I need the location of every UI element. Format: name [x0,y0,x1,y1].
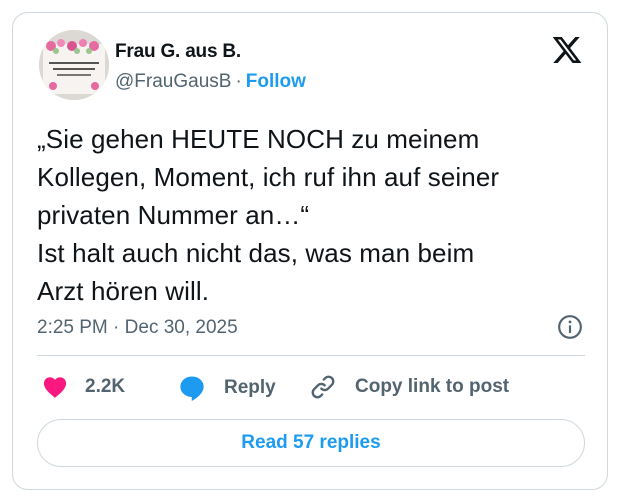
timestamp-separator: · [113,317,120,338]
tweet-text-line: Ist halt auch nicht das, was man beim [37,238,475,268]
reply-button[interactable]: Reply [177,373,276,403]
action-bar: 2.2K Reply Copy link to post [37,373,585,405]
copy-link-button[interactable]: Copy link to post [309,373,509,401]
like-count: 2.2K [85,376,126,397]
tweet-text-line: „Sie gehen HEUTE NOCH zu meinem [37,124,480,154]
follow-button[interactable]: Follow [246,71,306,92]
info-icon[interactable] [557,314,583,340]
like-button[interactable]: 2.2K [41,373,125,401]
tweet-time-link[interactable]: 2:25 PM [37,317,108,338]
handle-separator: · [235,71,242,92]
copy-link-label: Copy link to post [355,376,510,397]
tweet-text-line: privaten Nummer an…“ [37,200,310,230]
divider [37,355,585,356]
read-replies-label: Read 57 replies [241,432,381,453]
tweet-date-link[interactable]: Dec 30, 2025 [125,317,238,338]
author-avatar[interactable] [39,30,109,100]
heart-icon [43,377,67,398]
read-replies-button[interactable]: Read 57 replies [37,419,585,467]
avatar-mug-image [39,30,109,100]
tweet-card: Frau G. aus B. @FrauGausB · Follow „Sie ge… [12,12,608,490]
tweet-timestamp: 2:25 PM · Dec 30, 2025 [37,317,238,339]
reply-label: Reply [224,377,276,398]
tweet-text-line: Kollegen, Moment, ich ruf ihn auf seiner [37,162,500,192]
x-logo-icon[interactable] [551,34,583,66]
link-icon [311,375,335,399]
reply-bubble-icon [180,376,204,401]
author-handle-row: @FrauGausB · Follow [115,71,306,93]
author-handle[interactable]: @FrauGausB [115,71,231,92]
tweet-text: „Sie gehen HEUTE NOCH zu meinem Kollegen… [37,120,597,310]
tweet-text-line: Arzt hören will. [37,276,210,306]
author-name[interactable]: Frau G. aus B. [115,41,241,63]
